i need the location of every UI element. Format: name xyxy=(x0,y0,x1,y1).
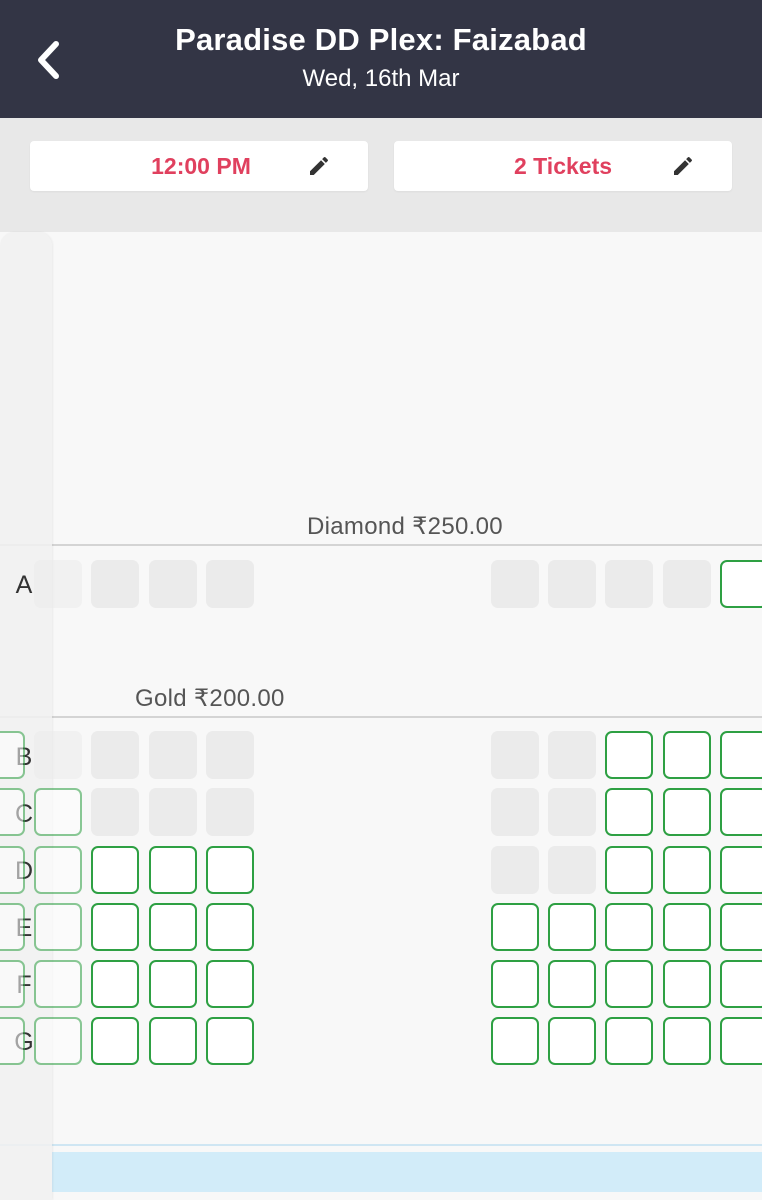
seat-c-6 xyxy=(491,788,539,836)
app-header: Paradise DD Plex: Faizabad Wed, 16th Mar xyxy=(0,0,762,118)
ticket-count-label: 2 Tickets xyxy=(513,153,613,179)
seat-f-5[interactable] xyxy=(206,960,254,1008)
seat-b-6 xyxy=(491,731,539,779)
seat-b-5 xyxy=(206,731,254,779)
seat-b-2 xyxy=(34,731,82,779)
seat-a-5 xyxy=(491,560,539,608)
seat-g-2[interactable] xyxy=(34,1017,82,1065)
seat-e-3[interactable] xyxy=(91,903,139,951)
category-label-diamond: Diamond ₹250.00 xyxy=(307,513,503,540)
seat-f-9[interactable] xyxy=(663,960,711,1008)
seat-d-4[interactable] xyxy=(149,846,197,894)
seat-a-6 xyxy=(548,560,596,608)
showtime-selector[interactable]: 12:00 PM xyxy=(30,141,368,191)
seat-f-4[interactable] xyxy=(149,960,197,1008)
seat-e-9[interactable] xyxy=(663,903,711,951)
seat-e-1[interactable] xyxy=(0,903,25,951)
seat-d-7 xyxy=(548,846,596,894)
seat-c-8[interactable] xyxy=(605,788,653,836)
pencil-icon[interactable] xyxy=(671,154,695,178)
seat-c-7 xyxy=(548,788,596,836)
seat-c-1[interactable] xyxy=(0,788,25,836)
seat-b-1[interactable] xyxy=(0,731,25,779)
seat-g-3[interactable] xyxy=(91,1017,139,1065)
category-divider xyxy=(0,716,762,718)
seat-d-1[interactable] xyxy=(0,846,25,894)
seat-d-9[interactable] xyxy=(663,846,711,894)
seat-e-10[interactable] xyxy=(720,903,762,951)
seat-c-2[interactable] xyxy=(34,788,82,836)
seat-e-6[interactable] xyxy=(491,903,539,951)
seat-b-3 xyxy=(91,731,139,779)
seat-b-8[interactable] xyxy=(605,731,653,779)
seat-b-4 xyxy=(149,731,197,779)
seat-c-4 xyxy=(149,788,197,836)
seat-f-10[interactable] xyxy=(720,960,762,1008)
seat-g-8[interactable] xyxy=(605,1017,653,1065)
seat-g-5[interactable] xyxy=(206,1017,254,1065)
seat-f-3[interactable] xyxy=(91,960,139,1008)
seat-d-6 xyxy=(491,846,539,894)
screen-divider xyxy=(0,1144,762,1146)
seat-a-8 xyxy=(663,560,711,608)
seat-b-10[interactable] xyxy=(720,731,762,779)
showtime-label: 12:00 PM xyxy=(151,153,251,179)
ticket-count-selector[interactable]: 2 Tickets xyxy=(394,141,732,191)
seat-g-6[interactable] xyxy=(491,1017,539,1065)
seat-a-3 xyxy=(149,560,197,608)
seat-d-8[interactable] xyxy=(605,846,653,894)
seat-g-4[interactable] xyxy=(149,1017,197,1065)
seat-e-8[interactable] xyxy=(605,903,653,951)
seat-e-4[interactable] xyxy=(149,903,197,951)
seat-f-6[interactable] xyxy=(491,960,539,1008)
seat-f-7[interactable] xyxy=(548,960,596,1008)
seat-e-2[interactable] xyxy=(34,903,82,951)
seat-d-5[interactable] xyxy=(206,846,254,894)
seat-g-9[interactable] xyxy=(663,1017,711,1065)
seat-f-8[interactable] xyxy=(605,960,653,1008)
seat-f-2[interactable] xyxy=(34,960,82,1008)
seat-g-10[interactable] xyxy=(720,1017,762,1065)
seat-a-4 xyxy=(206,560,254,608)
seat-e-5[interactable] xyxy=(206,903,254,951)
category-label-gold: Gold ₹200.00 xyxy=(135,685,285,712)
cinema-title: Paradise DD Plex: Faizabad xyxy=(175,22,587,57)
seat-c-10[interactable] xyxy=(720,788,762,836)
screen-indicator xyxy=(52,1152,762,1192)
seat-a-1 xyxy=(34,560,82,608)
seat-a-9[interactable] xyxy=(720,560,762,608)
seat-g-1[interactable] xyxy=(0,1017,25,1065)
seat-d-2[interactable] xyxy=(34,846,82,894)
seat-a-7 xyxy=(605,560,653,608)
seat-c-3 xyxy=(91,788,139,836)
seat-c-5 xyxy=(206,788,254,836)
seat-f-1[interactable] xyxy=(0,960,25,1008)
seat-d-3[interactable] xyxy=(91,846,139,894)
seat-g-7[interactable] xyxy=(548,1017,596,1065)
seat-e-7[interactable] xyxy=(548,903,596,951)
seat-b-9[interactable] xyxy=(663,731,711,779)
seat-d-10[interactable] xyxy=(720,846,762,894)
seat-a-2 xyxy=(91,560,139,608)
seat-c-9[interactable] xyxy=(663,788,711,836)
category-divider xyxy=(0,544,762,546)
show-date: Wed, 16th Mar xyxy=(302,65,460,92)
pencil-icon[interactable] xyxy=(307,154,331,178)
seat-b-7 xyxy=(548,731,596,779)
